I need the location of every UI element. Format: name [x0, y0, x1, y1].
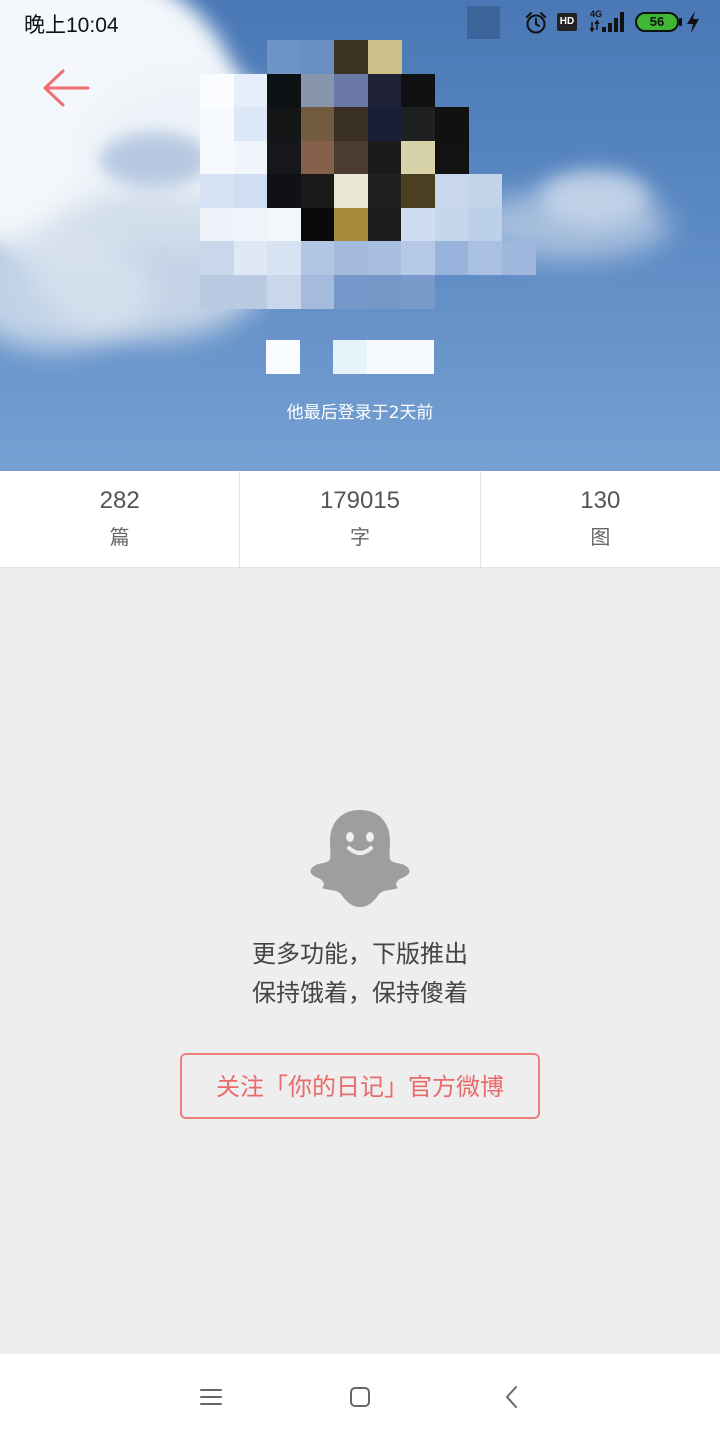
- avatar[interactable]: [200, 40, 540, 310]
- status-bar: 晚上10:04 HD 4G 56: [0, 0, 720, 46]
- notification-icon: [467, 6, 500, 39]
- follow-weibo-button[interactable]: 关注「你的日记」官方微博: [180, 1053, 540, 1119]
- stat-label: 字: [349, 525, 370, 549]
- menu-icon[interactable]: [196, 1382, 226, 1412]
- back-icon[interactable]: [497, 1382, 527, 1412]
- last-login-text: 他最后登录于2天前: [286, 403, 434, 423]
- stat-value: 282: [99, 487, 140, 514]
- message-line-2: 保持饿着，保持傻着: [252, 979, 468, 1007]
- empty-message: 更多功能，下版推出 保持饿着，保持傻着: [0, 935, 720, 1013]
- home-icon[interactable]: [345, 1382, 375, 1412]
- cloud: [540, 170, 650, 225]
- stat-value: 179015: [319, 487, 401, 514]
- signal-icon: [589, 12, 624, 33]
- system-nav-bar: [0, 1354, 720, 1440]
- cloud: [100, 132, 210, 187]
- status-time: 晚上10:04: [24, 14, 119, 37]
- stat-words[interactable]: 179015 字: [239, 471, 479, 567]
- hd-icon: HD: [557, 13, 577, 31]
- alarm-icon: [526, 12, 546, 34]
- stat-articles[interactable]: 282 篇: [0, 471, 239, 567]
- battery-icon: 56: [635, 12, 679, 32]
- ghost-icon: [310, 810, 410, 907]
- username-redacted: [266, 340, 434, 374]
- battery-level: 56: [649, 14, 665, 29]
- battery-tip: [679, 18, 682, 26]
- back-arrow-icon[interactable]: [36, 64, 96, 114]
- stat-label: 图: [590, 525, 611, 549]
- stat-images[interactable]: 130 图: [479, 471, 720, 567]
- stat-label: 篇: [109, 525, 130, 549]
- stats-row: 282 篇 179015 字 130 图: [0, 471, 720, 568]
- profile-header: 他最后登录于2天前 晚上10:04 HD 4G 56: [0, 0, 720, 471]
- stat-value: 130: [580, 487, 621, 514]
- message-line-1: 更多功能，下版推出: [252, 940, 468, 968]
- charging-icon: [687, 11, 699, 33]
